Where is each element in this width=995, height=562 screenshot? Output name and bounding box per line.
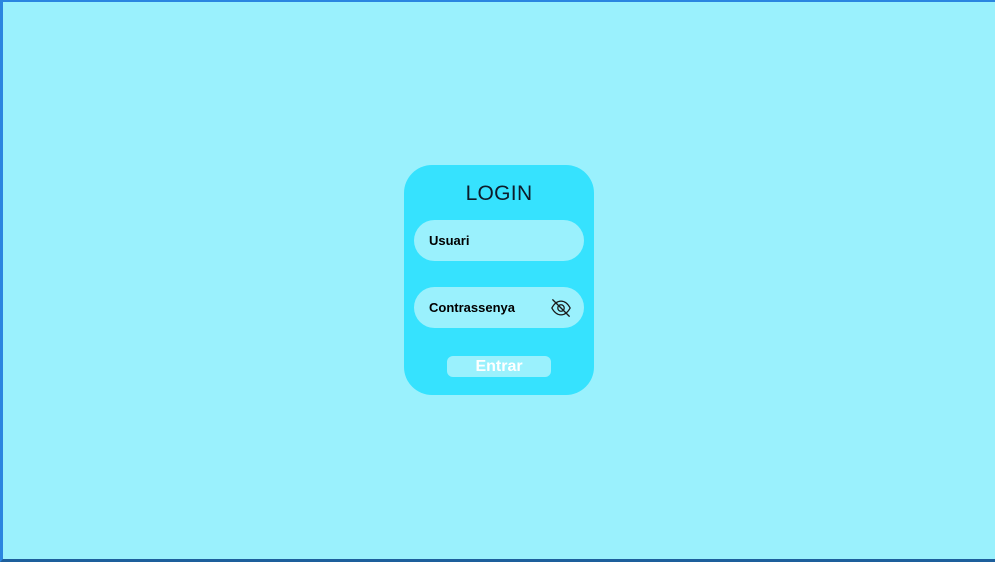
login-title: LOGIN: [465, 182, 533, 205]
username-placeholder: Usuari: [429, 233, 470, 248]
login-card: LOGIN Usuari Contrassenya Entrar: [404, 165, 594, 395]
password-field[interactable]: Contrassenya: [414, 287, 584, 328]
login-screen: LOGIN Usuari Contrassenya Entrar: [0, 0, 995, 562]
eye-off-icon[interactable]: [550, 297, 572, 319]
login-button[interactable]: Entrar: [447, 356, 551, 377]
username-field[interactable]: Usuari: [414, 220, 584, 261]
password-placeholder: Contrassenya: [429, 300, 515, 315]
